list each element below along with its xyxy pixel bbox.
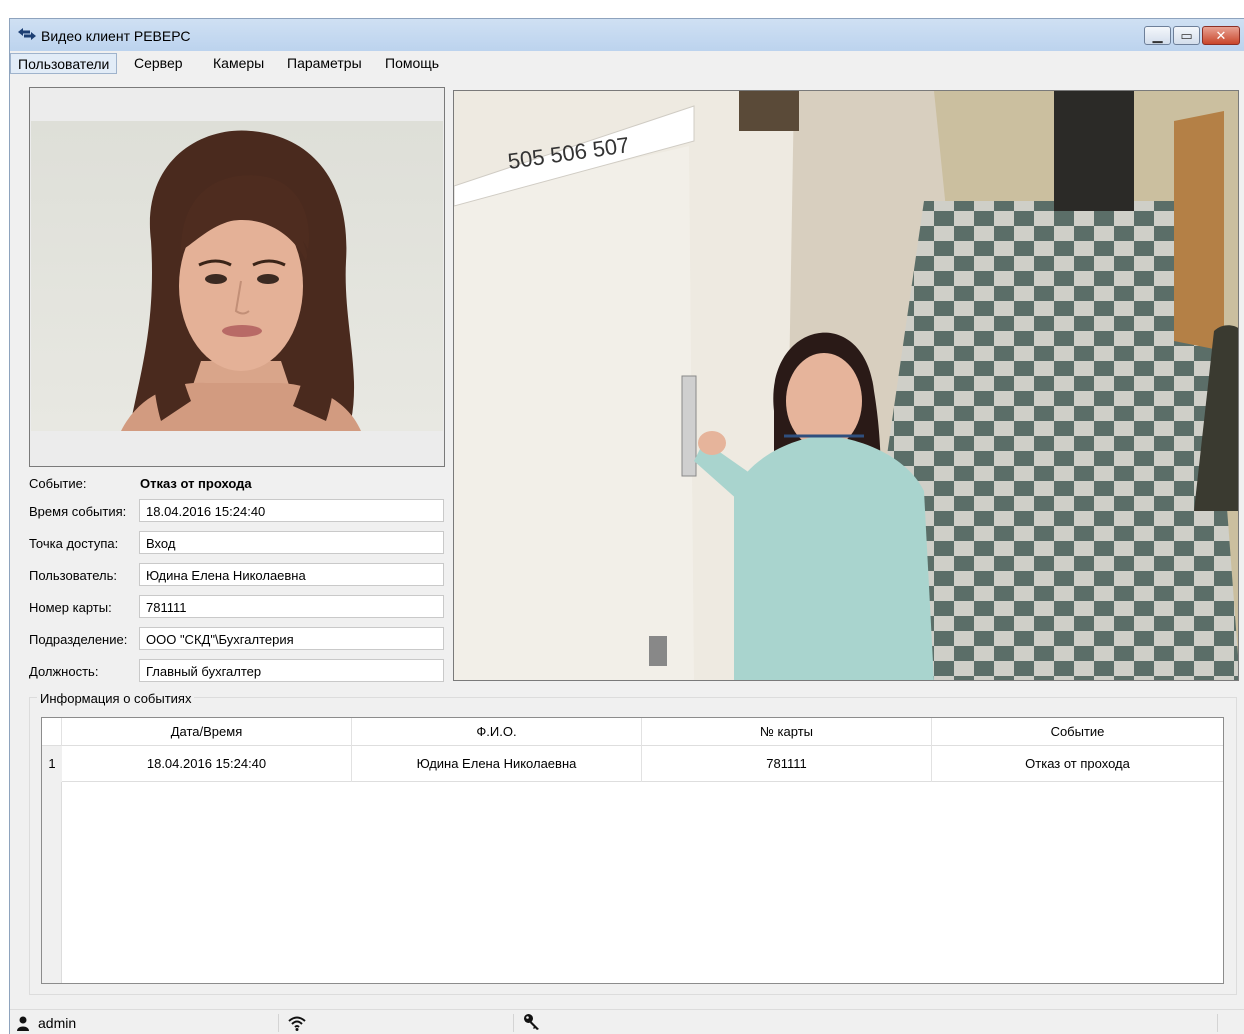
- menu-cameras[interactable]: Камеры: [206, 53, 271, 74]
- menu-users[interactable]: Пользователи: [10, 53, 118, 74]
- status-separator: [278, 1014, 279, 1032]
- time-field[interactable]: 18.04.2016 15:24:40: [139, 499, 444, 522]
- app-window: Видео клиент РЕВЕРС ▁ ▭ ✕ Пользователи С…: [9, 18, 1244, 1034]
- column-header-event[interactable]: Событие: [932, 718, 1223, 746]
- user-label: Пользователь:: [29, 568, 117, 583]
- close-icon: ✕: [1215, 28, 1227, 43]
- card-field[interactable]: 781111: [139, 595, 444, 618]
- menu-bar: Пользователи Сервер Камеры Параметры Пом…: [10, 51, 1244, 75]
- title-bar[interactable]: Видео клиент РЕВЕРС ▁ ▭ ✕: [10, 19, 1244, 51]
- event-value: Отказ от прохода: [140, 476, 252, 491]
- access-point-label: Точка доступа:: [29, 536, 119, 551]
- events-table-header: Дата/Время Ф.И.О. № карты Событие: [42, 718, 1223, 746]
- card-label: Номер карты:: [29, 600, 112, 615]
- cell-name: Юдина Елена Николаевна: [352, 746, 642, 782]
- department-field[interactable]: ООО "СКД"\Бухгалтерия: [139, 627, 444, 650]
- event-label: Событие:: [29, 476, 87, 491]
- window-title: Видео клиент РЕВЕРС: [41, 28, 191, 44]
- column-header-name[interactable]: Ф.И.О.: [352, 718, 642, 746]
- status-separator: [513, 1014, 514, 1032]
- maximize-button[interactable]: ▭: [1173, 26, 1200, 45]
- table-row[interactable]: 1 18.04.2016 15:24:40 Юдина Елена Никола…: [42, 746, 1223, 782]
- column-header-datetime[interactable]: Дата/Время: [62, 718, 352, 746]
- user-photo-frame: [29, 87, 445, 467]
- close-button[interactable]: ✕: [1202, 26, 1240, 45]
- access-point-field[interactable]: Вход: [139, 531, 444, 554]
- user-icon: [17, 1016, 29, 1031]
- position-field[interactable]: Главный бухгалтер: [139, 659, 444, 682]
- key-icon: [524, 1014, 539, 1030]
- menu-parameters[interactable]: Параметры: [280, 53, 369, 74]
- status-username: admin: [38, 1015, 77, 1031]
- department-label: Подразделение:: [29, 632, 128, 647]
- events-table[interactable]: Дата/Время Ф.И.О. № карты Событие 1 18.0…: [41, 717, 1224, 984]
- maximize-icon: ▭: [1180, 28, 1193, 43]
- menu-server[interactable]: Сервер: [127, 53, 190, 74]
- status-separator: [1217, 1014, 1218, 1032]
- column-header-card[interactable]: № карты: [642, 718, 932, 746]
- cell-event: Отказ от прохода: [1025, 756, 1130, 771]
- row-number: 1: [42, 746, 62, 782]
- cell-datetime: 18.04.2016 15:24:40: [62, 746, 352, 782]
- position-label: Должность:: [29, 664, 99, 679]
- minimize-icon: ▁: [1152, 28, 1163, 43]
- status-bar: admin: [10, 1009, 1244, 1034]
- window-controls: ▁ ▭ ✕: [1144, 26, 1240, 45]
- user-photo: [31, 121, 443, 431]
- corner-header: [42, 718, 62, 746]
- app-arrows-icon: [18, 28, 36, 40]
- menu-help[interactable]: Помощь: [378, 53, 446, 74]
- camera-view: 505 506 507: [453, 90, 1239, 681]
- cell-card: 781111: [642, 746, 932, 782]
- time-label: Время события:: [29, 504, 127, 519]
- wifi-icon: [288, 1016, 306, 1031]
- minimize-button[interactable]: ▁: [1144, 26, 1171, 45]
- events-group-title: Информация о событиях: [37, 691, 195, 706]
- user-field[interactable]: Юдина Елена Николаевна: [139, 563, 444, 586]
